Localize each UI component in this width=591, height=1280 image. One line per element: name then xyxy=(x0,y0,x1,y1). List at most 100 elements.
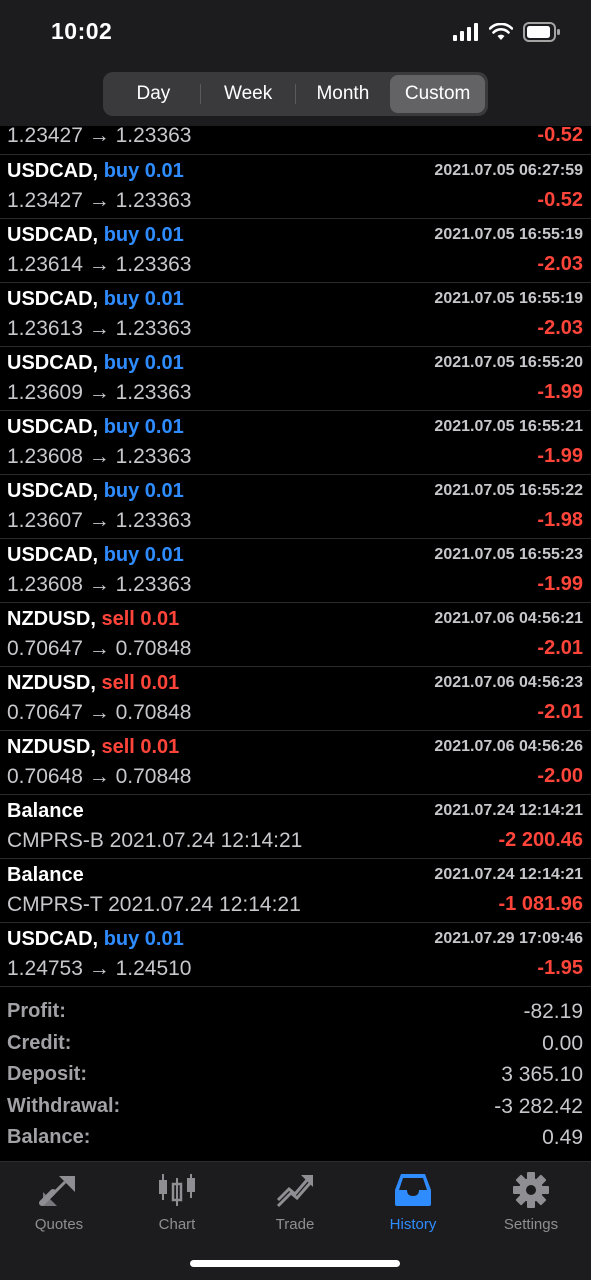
summary-row: Withdrawal: -3 282.42 xyxy=(0,1093,591,1125)
trade-side: buy 0.01 xyxy=(103,544,184,566)
list-item[interactable]: Balance 2021.07.24 12:14:21 CMPRS-B 2021.… xyxy=(0,795,591,859)
period-bar: Day Week Month Custom xyxy=(0,64,591,126)
symbol-name: Balance xyxy=(7,864,84,886)
prices: 1.24753 → 1.24510 xyxy=(7,957,192,980)
summary-value: -82.19 xyxy=(523,1000,583,1023)
trade-side: buy 0.01 xyxy=(103,480,184,502)
prices: 0.70648 → 0.70848 xyxy=(7,765,192,788)
timestamp: 2021.07.06 04:56:26 xyxy=(434,738,583,755)
timestamp: 2021.07.05 16:55:20 xyxy=(434,354,583,371)
tab-month[interactable]: Month xyxy=(296,75,391,113)
list-item[interactable]: NZDUSD, sell 0.01 2021.07.06 04:56:21 0.70… xyxy=(0,603,591,667)
list-item[interactable]: Balance 2021.07.24 12:14:21 CMPRS-T 2021.… xyxy=(0,859,591,923)
tab-label: History xyxy=(389,1216,437,1233)
list-item[interactable]: NZDUSD, sell 0.01 2021.07.06 04:56:26 0.70… xyxy=(0,731,591,795)
symbol-name: USDCAD, xyxy=(7,160,99,182)
list-item[interactable]: USDCAD, buy 0.01 2021.07.05 16:55:22 1.236… xyxy=(0,475,591,539)
summary-value: 3 365.10 xyxy=(501,1063,583,1086)
prices: 1.23427 → 1.23363 xyxy=(7,189,192,212)
settings-icon xyxy=(513,1172,549,1208)
symbol: USDCAD, buy 0.01 xyxy=(7,160,184,183)
profit-loss: -2.01 xyxy=(537,637,583,659)
tab-settings[interactable]: Settings xyxy=(472,1168,590,1238)
profit-loss: -1.99 xyxy=(537,573,583,595)
chart-icon xyxy=(159,1174,195,1206)
profit-loss: -2.00 xyxy=(537,765,583,787)
list-item[interactable]: USDCAD, buy 0.01 2021.07.05 06:27:59 1.234… xyxy=(0,155,591,219)
list-item[interactable]: USDCAD, buy 0.01 2021.07.29 17:09:46 1.247… xyxy=(0,923,591,987)
tab-chart[interactable]: Chart xyxy=(118,1168,236,1238)
list-item[interactable]: USDCAD, buy 0.01 2021.07.05 16:55:20 1.236… xyxy=(0,347,591,411)
timestamp: 2021.07.29 17:09:46 xyxy=(434,930,583,947)
prices: CMPRS-B 2021.07.24 12:14:21 xyxy=(7,829,303,852)
summary-label: Credit: xyxy=(7,1031,72,1054)
trade-side: buy 0.01 xyxy=(103,416,184,438)
prices: 0.70647 → 0.70848 xyxy=(7,701,192,724)
trade-icon xyxy=(276,1175,313,1208)
timestamp: 2021.07.05 16:55:19 xyxy=(434,290,583,307)
summary-row: Credit: 0.00 xyxy=(0,1030,591,1062)
symbol-name: NZDUSD, xyxy=(7,608,96,630)
prices: 1.23609 → 1.23363 xyxy=(7,381,192,404)
profit-loss: -1.98 xyxy=(537,509,583,531)
signal-icon xyxy=(453,23,478,41)
symbol-name: USDCAD, xyxy=(7,480,99,502)
trade-side: buy 0.01 xyxy=(103,160,184,182)
symbol: USDCAD, buy 0.01 xyxy=(7,480,184,503)
status-time: 10:02 xyxy=(51,18,113,44)
tab-quotes[interactable]: Quotes xyxy=(0,1168,118,1238)
trade-side: buy 0.01 xyxy=(103,224,184,246)
profit-loss: -1.99 xyxy=(537,445,583,467)
symbol: Balance xyxy=(7,800,84,823)
history-list: 1.23427 → 1.23363 -0.52 USDCAD, buy 0.01… xyxy=(0,126,591,987)
trade-side: buy 0.01 xyxy=(103,352,184,374)
summary-label: Profit: xyxy=(7,1000,66,1022)
profit-loss: -2.03 xyxy=(537,253,583,275)
timestamp: 2021.07.05 16:55:19 xyxy=(434,226,583,243)
symbol-name: Balance xyxy=(7,800,84,822)
list-item[interactable]: USDCAD, buy 0.01 2021.07.05 16:55:21 1.236… xyxy=(0,411,591,475)
summary-value: 0.49 xyxy=(542,1126,583,1149)
timestamp: 2021.07.24 12:14:21 xyxy=(434,802,583,819)
prices: CMPRS-T 2021.07.24 12:14:21 xyxy=(7,893,301,916)
summary-value: -3 282.42 xyxy=(494,1094,583,1118)
prices: 1.23608 → 1.23363 xyxy=(7,573,192,596)
tab-week[interactable]: Week xyxy=(201,75,296,113)
summary-row: Balance: 0.49 xyxy=(0,1124,591,1156)
tab-label: Trade xyxy=(275,1216,315,1233)
tab-label: Chart xyxy=(158,1216,196,1233)
tab-trade[interactable]: Trade xyxy=(236,1168,354,1238)
list-item[interactable]: NZDUSD, sell 0.01 2021.07.06 04:56:23 0.70… xyxy=(0,667,591,731)
prices: 1.23608 → 1.23363 xyxy=(7,445,192,468)
profit-loss: -0.52 xyxy=(537,189,583,211)
tab-label: Settings xyxy=(503,1216,559,1233)
profit-loss: -1.99 xyxy=(537,381,583,403)
timestamp: 2021.07.05 16:55:22 xyxy=(434,482,583,499)
profit-loss: -1 081.96 xyxy=(498,893,583,915)
list-item[interactable]: USDCAD, buy 0.01 2021.07.05 16:55:19 1.236… xyxy=(0,283,591,347)
summary-label: Deposit: xyxy=(7,1063,87,1085)
symbol: USDCAD, buy 0.01 xyxy=(7,224,184,247)
symbol-name: USDCAD, xyxy=(7,416,99,438)
symbol: Balance xyxy=(7,864,84,887)
prices: 1.23614 → 1.23363 xyxy=(7,253,192,276)
symbol: NZDUSD, sell 0.01 xyxy=(7,608,179,631)
list-item[interactable]: USDCAD, buy 0.01 2021.07.05 16:55:23 1.236… xyxy=(0,539,591,603)
symbol: USDCAD, buy 0.01 xyxy=(7,352,184,375)
timestamp: 2021.07.06 04:56:23 xyxy=(434,674,583,691)
symbol-name: USDCAD, xyxy=(7,352,99,374)
summary-value: 0.00 xyxy=(542,1031,583,1055)
status-bar: 10:02 xyxy=(0,0,591,64)
timestamp: 2021.07.05 16:55:21 xyxy=(434,418,583,435)
prices: 1.23427 → 1.23363 xyxy=(7,126,192,147)
timestamp: 2021.07.06 04:56:21 xyxy=(434,610,583,627)
tab-history[interactable]: History xyxy=(354,1168,472,1238)
list-item-partial[interactable]: 1.23427 → 1.23363 -0.52 xyxy=(0,126,591,155)
battery-icon xyxy=(523,22,560,42)
home-indicator[interactable] xyxy=(190,1260,400,1267)
list-item[interactable]: USDCAD, buy 0.01 2021.07.05 16:55:19 1.236… xyxy=(0,219,591,283)
symbol-name: USDCAD, xyxy=(7,224,99,246)
tab-custom[interactable]: Custom xyxy=(390,75,485,113)
timestamp: 2021.07.24 12:14:21 xyxy=(434,866,583,883)
tab-day[interactable]: Day xyxy=(106,75,201,113)
